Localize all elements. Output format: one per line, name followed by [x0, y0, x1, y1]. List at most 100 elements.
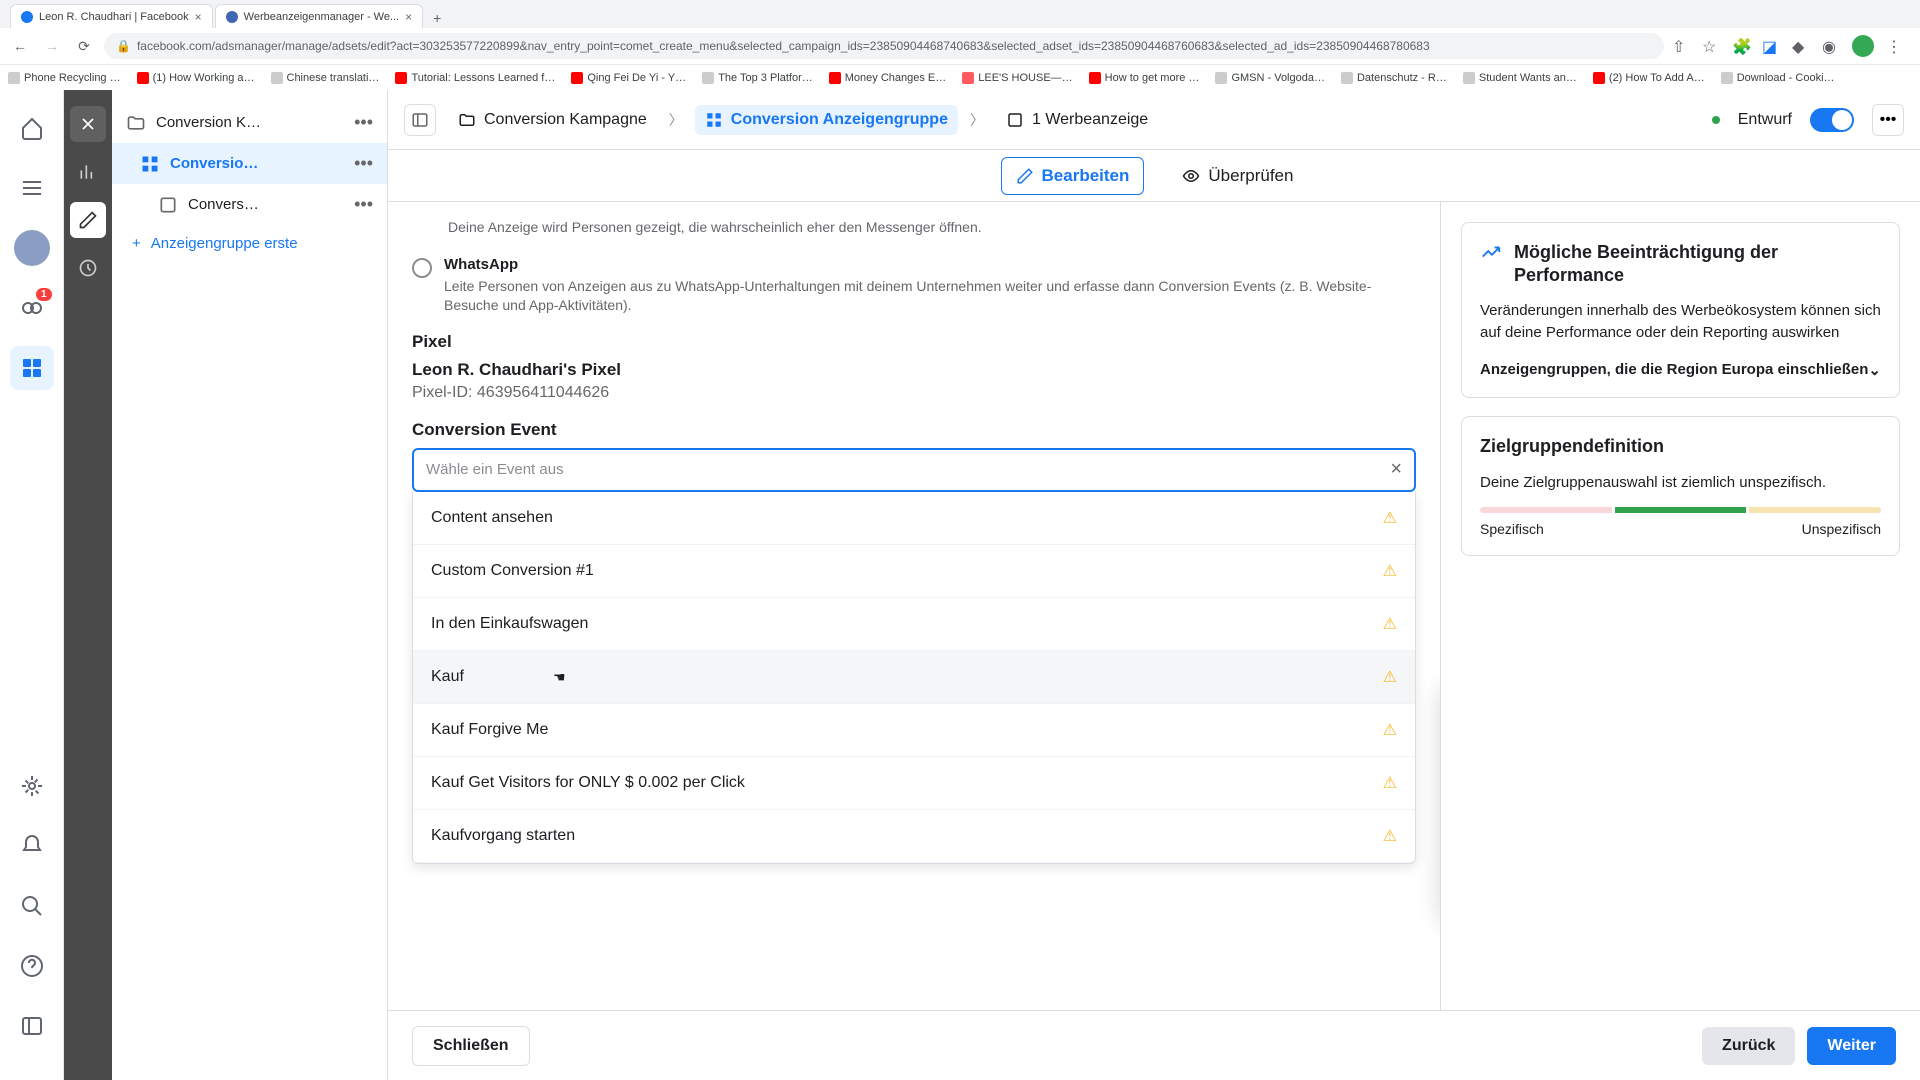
crumb-campaign[interactable]: Conversion Kampagne [448, 105, 657, 135]
tab-review[interactable]: Überprüfen [1168, 158, 1307, 194]
share-icon[interactable]: ⇧ [1672, 37, 1690, 55]
browser-tab-0[interactable]: Leon R. Chaudhari | Facebook× [10, 4, 213, 28]
close-icon[interactable]: × [405, 10, 412, 24]
more-icon[interactable]: ••• [354, 153, 373, 174]
event-dropdown-menu: Content ansehen⚠ Custom Conversion #1⚠ I… [412, 492, 1416, 864]
warning-icon: ⚠ [1383, 826, 1397, 846]
next-button[interactable]: Weiter [1807, 1027, 1896, 1065]
pixel-name: Leon R. Chaudhari's Pixel [412, 360, 1416, 380]
close-icon[interactable] [70, 106, 106, 142]
event-search-input[interactable] [426, 461, 1390, 478]
event-option-kauf[interactable]: Kauf⚠☚ [413, 651, 1415, 704]
bookmark-item[interactable]: GMSN - Volgoda… [1215, 72, 1325, 84]
bookmark-item[interactable]: Download - Cooki… [1721, 72, 1835, 84]
extensions-icon[interactable]: 🧩 [1732, 37, 1750, 55]
event-option[interactable]: Content ansehen⚠ [413, 492, 1415, 545]
ads-manager-icon[interactable] [10, 346, 54, 390]
performance-card: Mögliche Beeinträchtigung der Performanc… [1461, 222, 1900, 398]
form-area: Deine Anzeige wird Personen gezeigt, die… [388, 202, 1440, 1010]
cursor-icon: ☚ [553, 669, 566, 686]
edit-icon[interactable] [70, 202, 106, 238]
pixel-id: Pixel-ID: 463956411044626 [412, 384, 1416, 402]
warning-icon: ⚠ [1383, 561, 1397, 581]
search-icon[interactable] [10, 884, 54, 928]
clear-icon[interactable]: × [1390, 458, 1402, 481]
event-option[interactable]: Kauf Get Visitors for ONLY $ 0.002 per C… [413, 757, 1415, 810]
ad-icon [158, 195, 178, 215]
add-adset-button[interactable]: + Anzeigengruppe erste [112, 225, 387, 262]
expand-europe[interactable]: Anzeigengruppen, die die Region Europa e… [1480, 361, 1881, 379]
tree-adset[interactable]: Conversio… ••• [112, 143, 387, 184]
tree-panel: Conversion K… ••• Conversio… ••• Convers… [112, 90, 388, 1080]
bell-icon[interactable] [10, 824, 54, 868]
status-toggle[interactable] [1810, 108, 1854, 132]
folder-icon [126, 113, 146, 133]
back-button[interactable]: ← [8, 34, 32, 58]
settings-icon[interactable] [10, 764, 54, 808]
grid-icon [140, 154, 160, 174]
collapse-icon[interactable] [10, 1004, 54, 1048]
bookmark-item[interactable]: Money Changes E… [829, 72, 947, 84]
bookmark-item[interactable]: Phone Recycling … [8, 72, 121, 84]
bookmark-item[interactable]: (2) How To Add A… [1593, 72, 1705, 84]
grid-icon [705, 111, 723, 129]
bookmark-item[interactable]: The Top 3 Platfor… [702, 72, 813, 84]
bookmark-item[interactable]: Student Wants an… [1463, 72, 1577, 84]
more-icon[interactable]: ••• [354, 194, 373, 215]
bookmark-item[interactable]: Chinese translati… [271, 72, 380, 84]
audience-meter [1480, 507, 1881, 513]
nav-rail: 1 [0, 90, 64, 1080]
chart-icon[interactable] [70, 154, 106, 190]
star-icon[interactable]: ☆ [1702, 37, 1720, 55]
whatsapp-option[interactable]: WhatsApp Leite Personen von Anzeigen aus… [412, 256, 1416, 316]
event-option[interactable]: Kaufvorgang starten⚠ [413, 810, 1415, 863]
sub-rail [64, 90, 112, 1080]
browser-tab-1[interactable]: Werbeanzeigenmanager - We...× [215, 4, 424, 28]
right-panel: Mögliche Beeinträchtigung der Performanc… [1440, 202, 1920, 1010]
trend-icon [1480, 241, 1502, 263]
home-icon[interactable] [10, 106, 54, 150]
tree-campaign[interactable]: Conversion K… ••• [112, 102, 387, 143]
back-button[interactable]: Zurück [1702, 1027, 1795, 1065]
meta-icon[interactable]: 1 [10, 286, 54, 330]
url-bar[interactable]: 🔒facebook.com/adsmanager/manage/adsets/e… [104, 33, 1664, 59]
conversion-event-select[interactable]: × [412, 448, 1416, 492]
crumb-adset[interactable]: Conversion Anzeigengruppe [695, 105, 958, 135]
event-option[interactable]: Custom Conversion #1⚠ [413, 545, 1415, 598]
avatar-icon[interactable] [1852, 35, 1874, 57]
event-option[interactable]: Kauf Forgive Me⚠ [413, 704, 1415, 757]
tree-ad[interactable]: Convers… ••• [112, 184, 387, 225]
new-tab-button[interactable]: + [425, 8, 449, 28]
menu-icon[interactable]: ⋮ [1886, 37, 1904, 55]
ext-icon[interactable]: ◆ [1792, 37, 1810, 55]
reload-button[interactable]: ⟳ [72, 34, 96, 58]
bookmark-item[interactable]: LEE'S HOUSE—… [962, 72, 1072, 84]
sub-header: Bearbeiten Überprüfen [388, 150, 1920, 202]
meter-label-left: Spezifisch [1480, 521, 1544, 537]
bookmark-item[interactable]: How to get more … [1089, 72, 1200, 84]
tab-edit[interactable]: Bearbeiten [1001, 157, 1145, 195]
panel-toggle-icon[interactable] [404, 104, 436, 136]
more-menu-icon[interactable]: ••• [1872, 104, 1904, 136]
whatsapp-description: Leite Personen von Anzeigen aus zu Whats… [444, 277, 1416, 316]
ext-icon-2[interactable]: ◉ [1822, 37, 1840, 55]
help-icon[interactable] [10, 944, 54, 988]
bookmark-item[interactable]: Qing Fei De Yi - Y… [571, 72, 686, 84]
fb-pixel-icon[interactable]: ◪ [1762, 37, 1780, 55]
chevron-right-icon: 〉 [970, 110, 984, 130]
bookmark-item[interactable]: Tutorial: Lessons Learned f… [395, 72, 555, 84]
history-icon[interactable] [70, 250, 106, 286]
status-label: Entwurf [1738, 111, 1792, 129]
event-option[interactable]: In den Einkaufswagen⚠ [413, 598, 1415, 651]
close-icon[interactable]: × [195, 10, 202, 24]
avatar[interactable] [10, 226, 54, 270]
more-icon[interactable]: ••• [354, 112, 373, 133]
menu-icon[interactable] [10, 166, 54, 210]
close-button[interactable]: Schließen [412, 1026, 530, 1066]
event-section-label: Conversion Event [412, 420, 1416, 440]
bookmark-item[interactable]: Datenschutz - R… [1341, 72, 1447, 84]
forward-button[interactable]: → [40, 34, 64, 58]
crumb-ad[interactable]: 1 Werbeanzeige [996, 105, 1158, 135]
radio-icon [412, 258, 432, 278]
bookmark-item[interactable]: (1) How Working a… [137, 72, 255, 84]
